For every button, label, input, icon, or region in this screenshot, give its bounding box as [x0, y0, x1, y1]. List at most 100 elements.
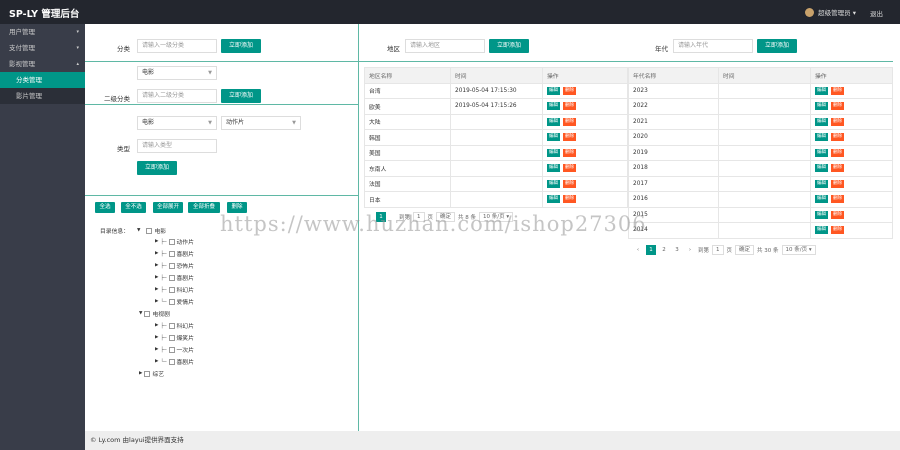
edit-button[interactable]: 编辑: [815, 117, 828, 126]
delete-button[interactable]: 删除: [563, 133, 576, 142]
checkbox[interactable]: [168, 334, 175, 341]
tree-node[interactable]: ▶ ├─ 一次片: [155, 345, 194, 354]
edit-button[interactable]: 编辑: [547, 133, 560, 142]
tree-node[interactable]: ▶ └─ 喜剧片: [155, 357, 194, 366]
checkbox[interactable]: [168, 250, 175, 257]
add-category-button[interactable]: 立即添加: [221, 39, 261, 53]
checkbox[interactable]: [168, 286, 175, 293]
edit-button[interactable]: 编辑: [815, 102, 828, 111]
checkbox[interactable]: [168, 274, 175, 281]
page-link[interactable]: 2: [659, 245, 669, 255]
add-year-button[interactable]: 立即添加: [757, 39, 797, 53]
delete-button[interactable]: 删除: [563, 164, 576, 173]
delete-button[interactable]: 删除: [831, 117, 844, 126]
triangle-right-icon[interactable]: ▶: [155, 299, 158, 304]
delete-button[interactable]: 删除: [831, 148, 844, 157]
delete-button[interactable]: 删除: [563, 148, 576, 157]
expand-all-button[interactable]: 全部展开: [153, 202, 183, 213]
tree-node[interactable]: ▶ ├─ 科幻片: [155, 285, 194, 294]
delete-button[interactable]: 删除: [563, 86, 576, 95]
triangle-right-icon[interactable]: ▶: [155, 263, 158, 268]
column-header[interactable]: 地区名称: [364, 67, 451, 84]
edit-button[interactable]: 编辑: [547, 195, 560, 204]
delete-button[interactable]: 删除: [831, 226, 844, 235]
delete-button[interactable]: 删除: [831, 86, 844, 95]
column-header[interactable]: 操作: [810, 67, 893, 84]
edit-button[interactable]: 编辑: [547, 179, 560, 188]
edit-button[interactable]: 编辑: [547, 86, 560, 95]
delete-button[interactable]: 删除: [831, 102, 844, 111]
page-size-select[interactable]: 10 条/页 ▾: [781, 245, 816, 255]
checkbox[interactable]: [168, 298, 175, 305]
edit-button[interactable]: 编辑: [815, 226, 828, 235]
edit-button[interactable]: 编辑: [815, 195, 828, 204]
delete-button[interactable]: 删除: [831, 133, 844, 142]
nav-payment-management[interactable]: 支付管理 ▾: [0, 40, 85, 56]
column-header[interactable]: 操作: [542, 67, 628, 84]
checkbox[interactable]: [168, 238, 175, 245]
delete-button[interactable]: 删除: [563, 195, 576, 204]
delete-button[interactable]: 删除: [831, 179, 844, 188]
checkbox[interactable]: [168, 358, 175, 365]
collapse-all-button[interactable]: 全部折叠: [188, 202, 220, 213]
page-size-select[interactable]: 10 条/页 ▾: [479, 212, 514, 222]
category-select[interactable]: 电影 ▼: [137, 66, 217, 80]
category-select[interactable]: 电影 ▼: [137, 116, 217, 130]
column-header[interactable]: 年代名称: [628, 67, 719, 84]
triangle-right-icon[interactable]: ▶: [155, 239, 158, 244]
page-input[interactable]: 1: [712, 245, 724, 255]
column-header[interactable]: 时间: [718, 67, 811, 84]
page-current[interactable]: 1: [376, 212, 386, 222]
checkbox[interactable]: [144, 310, 151, 317]
checkbox[interactable]: [168, 322, 175, 329]
nav-film-management[interactable]: 影片管理: [0, 88, 85, 104]
edit-button[interactable]: 编辑: [815, 148, 828, 157]
edit-button[interactable]: 编辑: [815, 133, 828, 142]
add-type-button[interactable]: 立即添加: [137, 161, 177, 175]
delete-button[interactable]: 删除: [563, 117, 576, 126]
edit-button[interactable]: 编辑: [815, 86, 828, 95]
triangle-right-icon[interactable]: ▶: [155, 347, 158, 352]
delete-button[interactable]: 删除: [563, 102, 576, 111]
page-prev[interactable]: ‹: [633, 245, 643, 255]
tree-node[interactable]: ▶ ├─ 喜剧片: [155, 273, 194, 282]
page-input[interactable]: 1: [413, 212, 425, 222]
edit-button[interactable]: 编辑: [547, 148, 560, 157]
subcategory-input[interactable]: 请输入二级分类: [137, 89, 217, 103]
edit-button[interactable]: 编辑: [547, 117, 560, 126]
tree-node[interactable]: ▶ ├─ 恐怖片: [155, 261, 194, 270]
type-input[interactable]: 请输入类型: [137, 139, 217, 153]
tree-node[interactable]: ▶ 综艺: [139, 369, 164, 378]
checkbox[interactable]: [146, 227, 153, 234]
nav-movie-management[interactable]: 影视管理 ▴: [0, 56, 85, 72]
nav-user-management[interactable]: 用户管理 ▾: [0, 24, 85, 40]
pager-confirm-button[interactable]: 确定: [436, 212, 456, 222]
select-all-button[interactable]: 全选: [95, 202, 115, 213]
delete-button[interactable]: 删除: [563, 179, 576, 188]
tree-node[interactable]: ▶ └─ 爱情片: [155, 297, 194, 306]
page-next[interactable]: ›: [685, 245, 695, 255]
triangle-right-icon[interactable]: ▶: [155, 323, 158, 328]
triangle-right-icon[interactable]: ▶: [155, 251, 158, 256]
user-menu[interactable]: 超级管理员 ▾: [805, 7, 856, 17]
edit-button[interactable]: 编辑: [547, 164, 560, 173]
category-input[interactable]: 请输入一级分类: [137, 39, 217, 53]
triangle-right-icon[interactable]: ▶: [155, 359, 158, 364]
delete-button[interactable]: 删除: [831, 210, 844, 219]
delete-button[interactable]: 删除: [831, 164, 844, 173]
checkbox[interactable]: [168, 346, 175, 353]
year-input[interactable]: 请输入年代: [673, 39, 753, 53]
pager-confirm-button[interactable]: 确定: [735, 245, 755, 255]
edit-button[interactable]: 编辑: [815, 210, 828, 219]
triangle-right-icon[interactable]: ▶: [155, 335, 158, 340]
delete-button[interactable]: 删除: [831, 195, 844, 204]
page-link[interactable]: 3: [672, 245, 682, 255]
tree-node[interactable]: ▶ ├─ 喜剧片: [155, 249, 194, 258]
logout-link[interactable]: 退出: [870, 8, 883, 18]
subcategory-select[interactable]: 动作片 ▼: [221, 116, 301, 130]
tree-node[interactable]: ▼ 电视剧: [139, 309, 170, 318]
edit-button[interactable]: 编辑: [547, 102, 560, 111]
checkbox[interactable]: [144, 370, 151, 377]
tree-node[interactable]: ▶ ├─ 爆笑片: [155, 333, 194, 342]
page-current[interactable]: 1: [646, 245, 656, 255]
